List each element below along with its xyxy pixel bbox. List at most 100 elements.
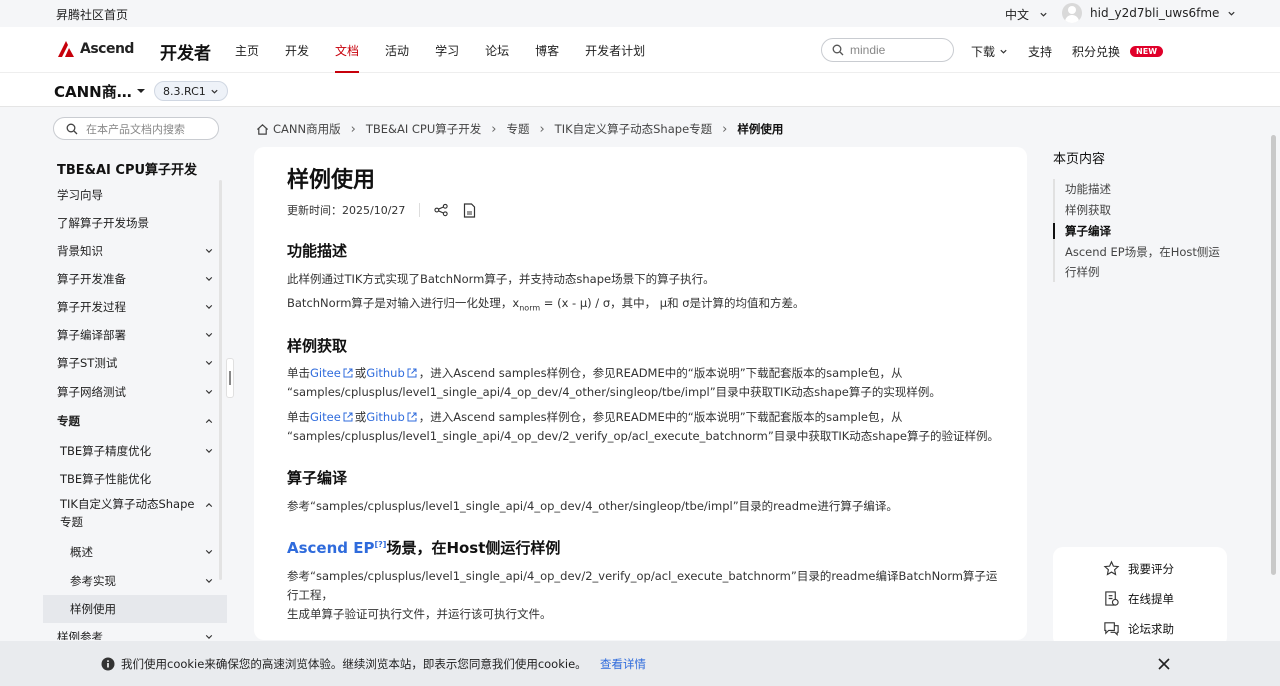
chevron-down-icon — [205, 361, 213, 365]
text: 参考“samples/cplusplus/level1_single_api/4… — [287, 569, 998, 602]
text: 单击 — [287, 366, 310, 380]
nav-menu: 主页 开发 文档 活动 学习 论坛 博客 开发者计划 — [235, 42, 671, 73]
chevron-down-icon — [205, 579, 213, 583]
points-link[interactable]: 积分兑换 NEW — [1072, 43, 1164, 60]
page-scrollbar[interactable] — [1271, 135, 1276, 575]
home-icon[interactable] — [256, 123, 269, 136]
forum-help-button[interactable]: 论坛求助 — [1103, 620, 1174, 637]
paragraph: 此样例通过TIK方式实现了BatchNorm算子，并支持动态shape场景下的算… — [287, 272, 715, 286]
right-nav: 下载 支持 积分兑换 NEW — [971, 43, 1183, 60]
cookie-banner: 我们使用cookie来确保您的高速浏览体验。继续浏览本站，即表示您同意我们使用c… — [0, 641, 1280, 686]
search-icon — [832, 44, 844, 56]
language-selector[interactable]: 中文 — [1005, 6, 1048, 23]
nav-item-home[interactable]: 主页 — [235, 42, 259, 73]
chevron-down-icon — [1000, 49, 1007, 54]
nav-item-blog[interactable]: 博客 — [535, 42, 559, 73]
toc-item[interactable]: Ascend EP场景，在Host侧运行样例 — [1065, 242, 1225, 282]
new-badge: NEW — [1130, 46, 1164, 57]
sidebar-item-learning-guide[interactable]: 学习向导 — [43, 181, 223, 209]
sidebar-item-reference-impl[interactable]: 参考实现 — [43, 567, 223, 595]
nav-item-dev-program[interactable]: 开发者计划 — [585, 42, 645, 73]
text: 单击 — [287, 410, 310, 424]
chevron-down-icon — [1040, 12, 1047, 17]
toc-title: 本页内容 — [1053, 152, 1106, 167]
sidebar-item-tik-dynamic-shape[interactable]: TIK自定义算子动态Shape专题 — [43, 495, 223, 535]
product-bar: CANN商… 8.3.RC1 — [0, 73, 1280, 107]
breadcrumb-item[interactable]: TIK自定义算子动态Shape专题 — [555, 121, 712, 137]
gitee-link[interactable]: Gitee — [310, 366, 341, 380]
product-selector[interactable]: CANN商… — [54, 81, 132, 102]
chevron-down-icon — [205, 449, 213, 453]
chevron-up-icon — [205, 419, 213, 423]
sidebar-item-st-test[interactable]: 算子ST测试 — [43, 349, 223, 377]
sidebar-item-precision-opt[interactable]: TBE算子精度优化 — [43, 437, 223, 465]
nav-item-events[interactable]: 活动 — [385, 42, 409, 73]
doc-meta: 更新时间：2025/10/27 — [287, 202, 476, 218]
sidebar-item-sample-usage[interactable]: 样例使用 — [43, 595, 227, 623]
sidebar-item-perf-opt[interactable]: TBE算子性能优化 — [43, 465, 223, 493]
github-link[interactable]: Github — [366, 366, 405, 380]
online-ticket-label: 在线提单 — [1128, 591, 1174, 606]
cookie-details-link[interactable]: 查看详情 — [600, 656, 646, 672]
updated-label: 更新时间： — [287, 204, 342, 217]
support-link[interactable]: 支持 — [1028, 43, 1052, 60]
sidebar-item-dev-process[interactable]: 算子开发过程 — [43, 293, 223, 321]
global-search[interactable] — [821, 38, 954, 62]
nav-item-forum[interactable]: 论坛 — [485, 42, 509, 73]
section-heading-ascend-ep: Ascend EP[?]场景，在Host侧运行样例 — [287, 537, 560, 558]
sidebar-item-sample-reference[interactable]: 样例参考 — [43, 623, 223, 640]
ascend-logo[interactable]: Ascend — [56, 39, 134, 59]
page-toc: 本页内容 功能描述 样例获取 算子编译 Ascend EP场景，在Host侧运行… — [1053, 148, 1233, 283]
toc-item-active[interactable]: 算子编译 — [1053, 221, 1233, 241]
tooltip-marker-icon[interactable]: [?] — [374, 540, 386, 549]
doc-content: 样例使用 更新时间：2025/10/27 功能描述 此样例通过TIK方式实现了B… — [254, 147, 1027, 640]
text: 场景，在Host侧运行样例 — [386, 539, 561, 557]
sidebar-item-overview[interactable]: 概述 — [43, 538, 223, 566]
close-icon[interactable] — [1156, 656, 1172, 672]
points-label: 积分兑换 — [1072, 45, 1121, 59]
online-ticket-button[interactable]: 在线提单 — [1103, 590, 1174, 607]
nav-item-learn[interactable]: 学习 — [435, 42, 459, 73]
rate-button[interactable]: 我要评分 — [1103, 560, 1174, 577]
user-menu[interactable]: hid_y2d7bli_uws6fme — [1062, 3, 1236, 23]
ascend-ep-link[interactable]: Ascend EP — [287, 539, 374, 557]
formula-paragraph: BatchNorm算子是对输入进行归一化处理，xnorm = (x - μ) /… — [287, 294, 1007, 317]
download-label: 下载 — [971, 45, 996, 59]
product-doc-search[interactable]: 在本产品文档内搜索 — [53, 117, 219, 140]
breadcrumb-separator-icon: › — [722, 121, 728, 137]
download-menu[interactable]: 下载 — [971, 43, 1008, 60]
section-heading-compile: 算子编译 — [287, 469, 348, 487]
paragraph: 单击Gitee 或Github ，进入Ascend samples样例仓，参见REA… — [287, 364, 1007, 402]
sidebar-item-dev-scenarios[interactable]: 了解算子开发场景 — [43, 209, 223, 237]
nav-item-docs[interactable]: 文档 — [335, 42, 359, 73]
sidebar-title[interactable]: TBE&AI CPU算子开发 — [57, 159, 197, 178]
developer-title[interactable]: 开发者 — [160, 39, 211, 64]
chevron-down-icon — [205, 550, 213, 554]
sidebar-item-compile-deploy[interactable]: 算子编译部署 — [43, 321, 223, 349]
share-icon[interactable] — [434, 203, 449, 217]
sidebar-collapse-handle[interactable] — [226, 358, 234, 398]
sidebar-item-dev-prep[interactable]: 算子开发准备 — [43, 265, 223, 293]
sidebar-item-background[interactable]: 背景知识 — [43, 237, 223, 265]
caret-down-icon[interactable] — [136, 86, 146, 96]
github-link[interactable]: Github — [366, 410, 405, 424]
toc-item[interactable]: 样例获取 — [1065, 200, 1233, 220]
community-home-link[interactable]: 昇腾社区首页 — [56, 6, 128, 23]
chevron-down-icon — [205, 277, 213, 281]
main-nav: Ascend 开发者 主页 开发 文档 活动 学习 论坛 博客 开发者计划 下载… — [0, 27, 1280, 73]
gitee-link[interactable]: Gitee — [310, 410, 341, 424]
sidebar-item-network-test[interactable]: 算子网络测试 — [43, 378, 223, 406]
sidebar-scrollbar[interactable] — [219, 180, 222, 580]
sidebar-item-topics[interactable]: 专题 — [43, 407, 223, 435]
version-selector[interactable]: 8.3.RC1 — [154, 81, 228, 101]
forum-help-icon — [1104, 622, 1119, 637]
toc-item[interactable]: 功能描述 — [1065, 179, 1233, 199]
breadcrumb-item[interactable]: TBE&AI CPU算子开发 — [366, 121, 481, 137]
global-search-input[interactable] — [850, 43, 940, 57]
breadcrumb-item[interactable]: CANN商用版 — [273, 121, 341, 137]
sidebar-item-label: 样例参考 — [57, 630, 103, 640]
nav-item-develop[interactable]: 开发 — [285, 42, 309, 73]
pdf-download-icon[interactable] — [463, 202, 476, 218]
breadcrumb-item[interactable]: 专题 — [506, 121, 529, 137]
external-link-icon — [407, 412, 417, 422]
